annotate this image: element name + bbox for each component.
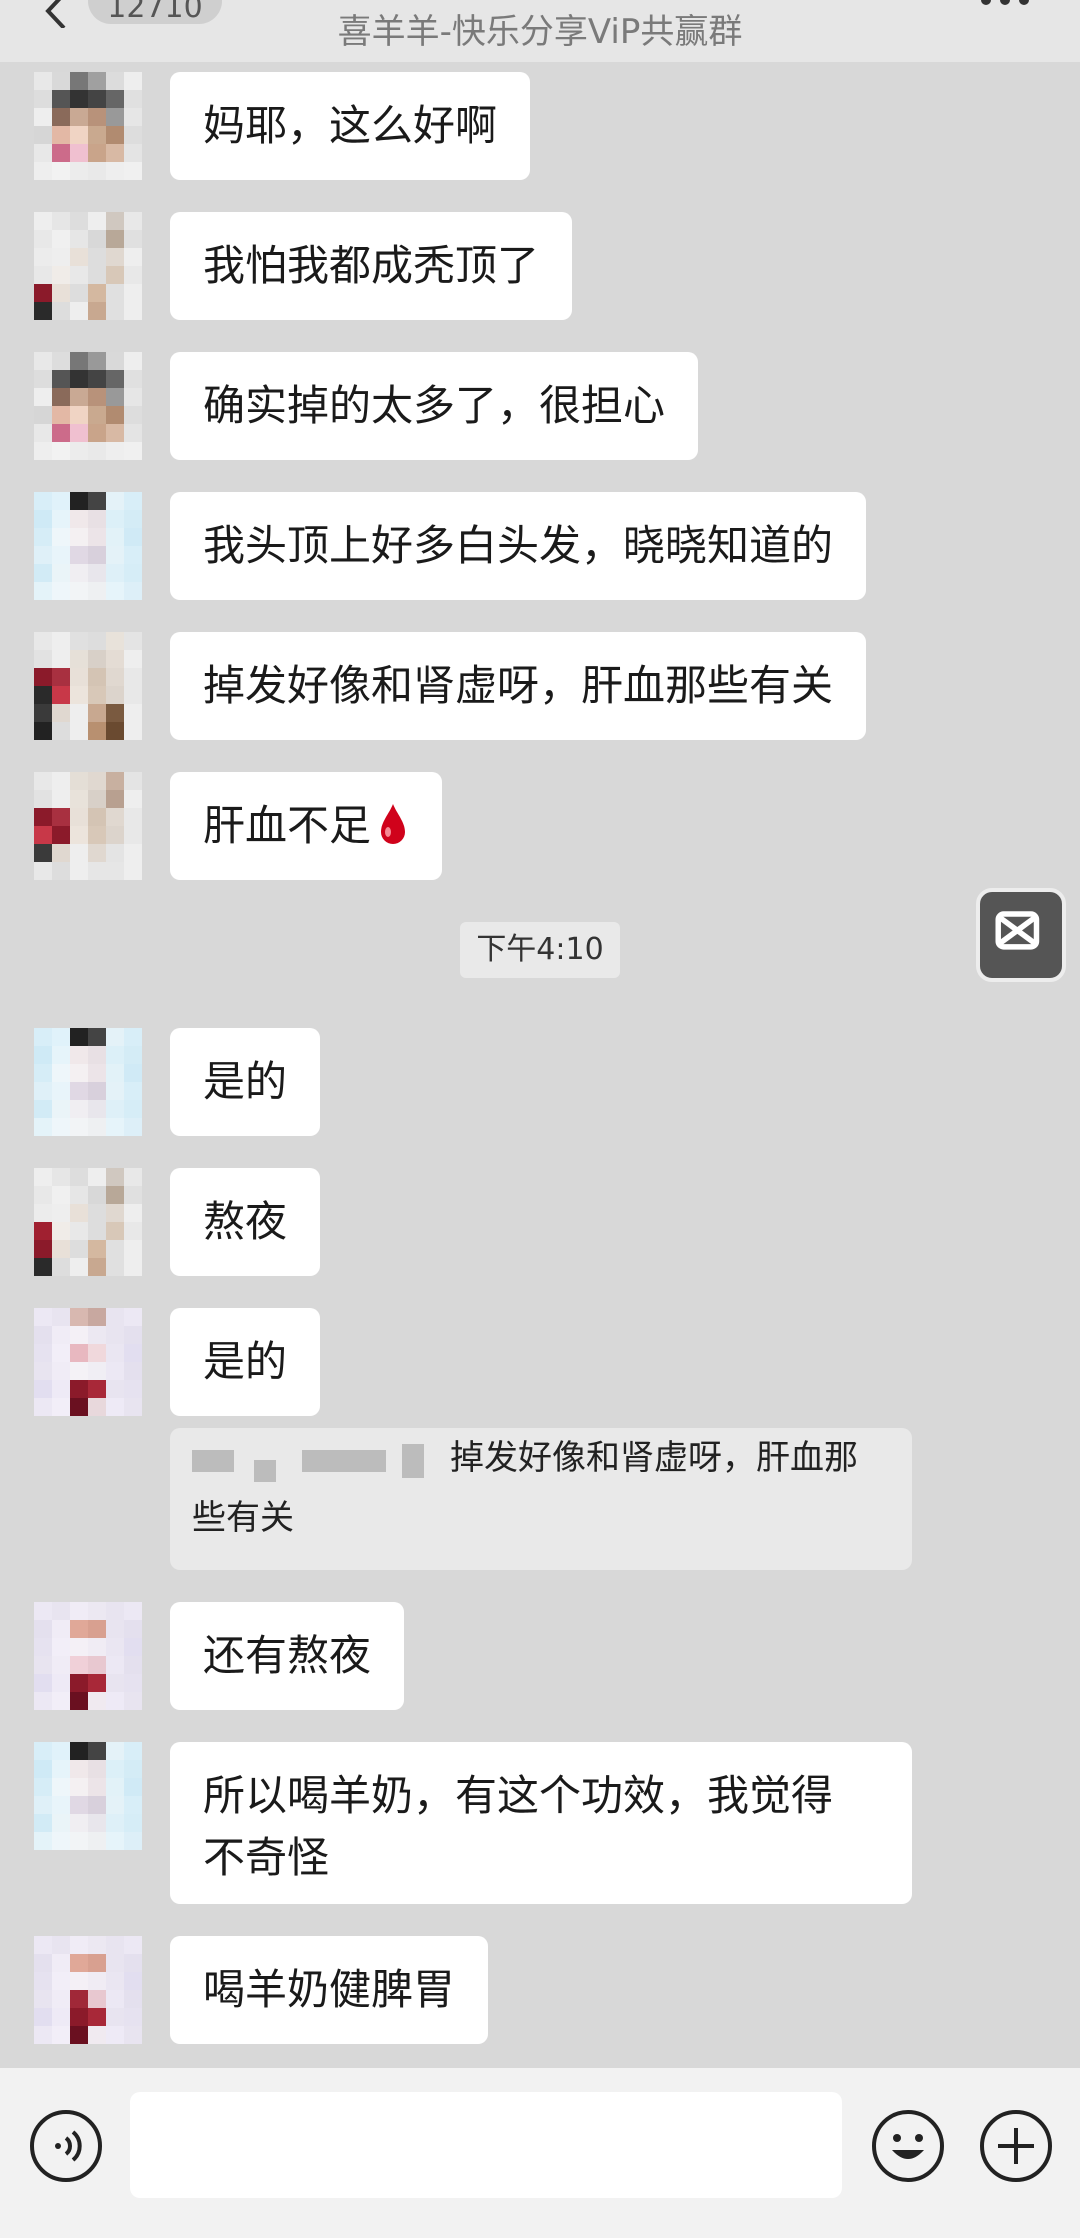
message-bubble[interactable]: 是的 [170, 1028, 321, 1136]
timestamp: 下午4:10 [460, 922, 620, 978]
message-bubble[interactable]: 肝血不足 [170, 772, 443, 880]
avatar[interactable] [34, 772, 142, 880]
more-options-icon[interactable] [980, 0, 1030, 8]
quoted-sender-name [192, 1440, 424, 1482]
message-input[interactable] [130, 2092, 842, 2198]
avatar[interactable] [34, 1936, 142, 2044]
floating-app-shortcut[interactable] [976, 888, 1066, 982]
quoted-message[interactable]: 掉发好像和肾虚呀，肝血那些有关 [170, 1428, 912, 1570]
emoji-icon[interactable] [870, 2108, 946, 2184]
message-bubble[interactable]: 所以喝羊奶，有这个功效，我觉得 不奇怪 [170, 1742, 912, 1904]
avatar[interactable] [34, 632, 142, 740]
avatar[interactable] [34, 352, 142, 460]
message-text: 肝血不足 [203, 801, 372, 850]
capcut-icon [995, 911, 1040, 950]
message-bubble[interactable]: 我头顶上好多白头发，晓晓知道的 [170, 492, 867, 600]
message-bubble[interactable]: 掉发好像和肾虚呀，肝血那些有关 [170, 632, 867, 740]
message-bubble[interactable]: 我怕我都成秃顶了 [170, 212, 573, 320]
avatar[interactable] [34, 1308, 142, 1416]
avatar[interactable] [34, 1602, 142, 1710]
blood-drop-icon [381, 804, 406, 844]
voice-icon[interactable] [28, 2108, 104, 2184]
message-bubble[interactable]: 喝羊奶健脾胃 [170, 1936, 489, 2044]
message-bubble[interactable]: 确实掉的太多了，很担心 [170, 352, 699, 460]
input-bar [0, 2068, 1080, 2238]
avatar[interactable] [34, 72, 142, 180]
avatar[interactable] [34, 492, 142, 600]
message-bubble[interactable]: 是的 [170, 1308, 321, 1416]
avatar[interactable] [34, 1028, 142, 1136]
message-bubble[interactable]: 熬夜 [170, 1168, 321, 1276]
chat-title: 喜羊羊-快乐分享ViP共赢群 [337, 12, 743, 52]
avatar[interactable] [34, 1168, 142, 1276]
avatar[interactable] [34, 1742, 142, 1850]
message-bubble[interactable]: 还有熬夜 [170, 1602, 405, 1710]
top-bar: 12710 喜羊羊-快乐分享ViP共赢群 [0, 0, 1080, 62]
message-bubble[interactable]: 妈耶，这么好啊 [170, 72, 531, 180]
plus-icon[interactable] [978, 2108, 1054, 2184]
avatar[interactable] [34, 212, 142, 320]
